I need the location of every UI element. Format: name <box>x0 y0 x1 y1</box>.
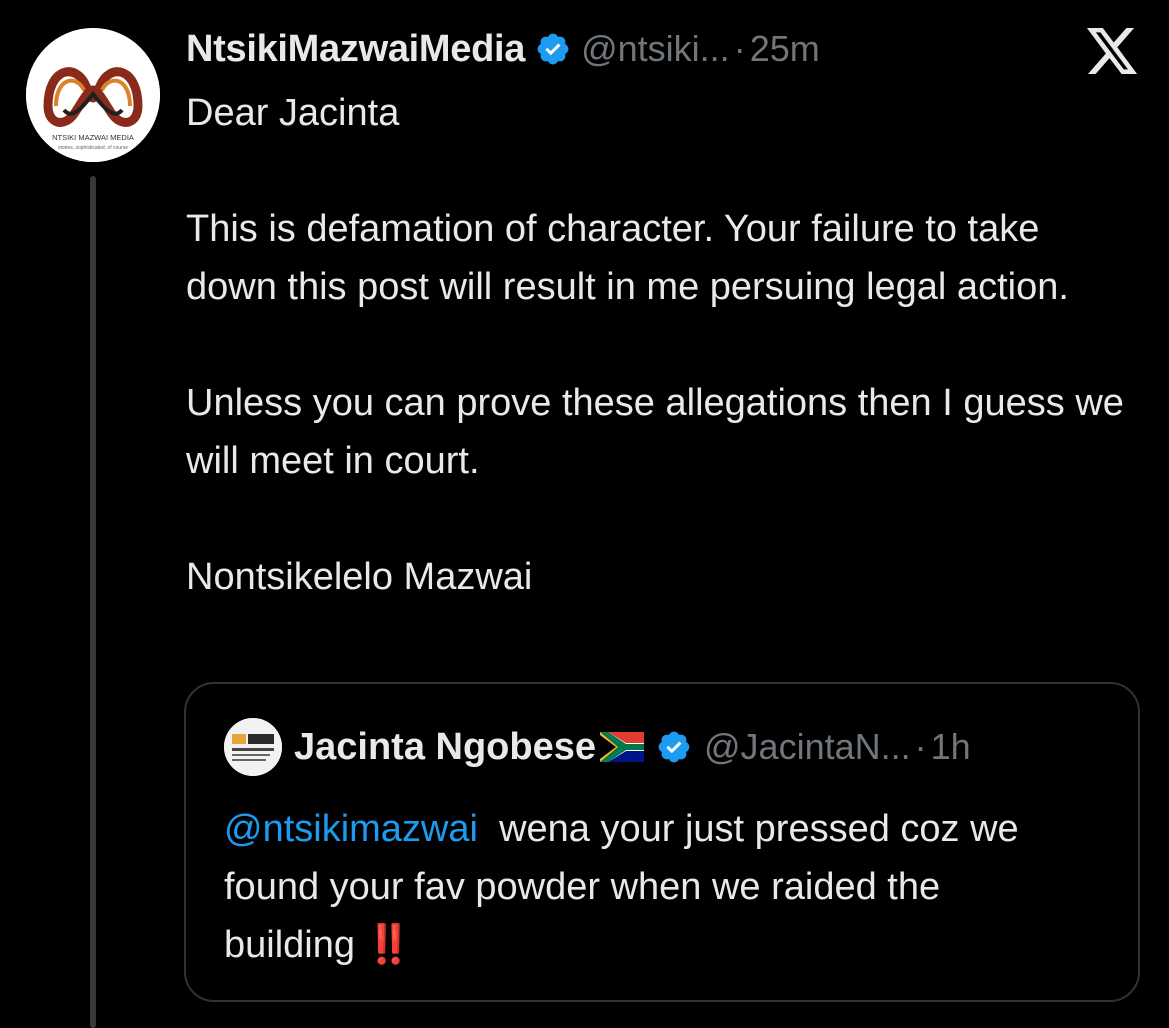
tweet-paragraph: This is defamation of character. Your fa… <box>186 208 1069 308</box>
quoted-tweet-card[interactable]: Jacinta Ngobese @JacintaN... · 1h @ntsik… <box>184 682 1140 1002</box>
svg-text:stories, sophisticated, of cou: stories, sophisticated, of course <box>58 145 128 151</box>
quoted-tweet-header: Jacinta Ngobese @JacintaN... · 1h <box>224 718 971 776</box>
meta-separator: · <box>733 28 746 69</box>
tweet-greeting: Dear Jacinta <box>186 92 400 134</box>
quoted-tweet-text: @ntsikimazwai wena your just pressed coz… <box>224 800 1104 974</box>
verified-badge-icon <box>537 33 569 65</box>
author-avatar[interactable]: NTSIKI MAZWAI MEDIA stories, sophisticat… <box>26 28 160 162</box>
tweet-timestamp[interactable]: 25m <box>750 28 820 70</box>
author-display-name[interactable]: NtsikiMazwaiMedia <box>186 28 525 71</box>
tweet-header: NtsikiMazwaiMedia @ntsiki... · 25m <box>186 26 820 72</box>
quoted-author-display-name[interactable]: Jacinta Ngobese <box>294 726 596 769</box>
svg-text:NTSIKI MAZWAI MEDIA: NTSIKI MAZWAI MEDIA <box>52 133 134 142</box>
tweet-signature: Nontsikelelo Mazwai <box>186 556 533 598</box>
double-exclamation-emoji: ‼️ <box>365 924 412 966</box>
ntsiki-mazwai-media-logo: NTSIKI MAZWAI MEDIA stories, sophisticat… <box>26 28 160 162</box>
mention-link[interactable]: @ntsikimazwai <box>224 808 478 850</box>
thread-connector-line <box>90 176 96 1028</box>
quoted-author-handle[interactable]: @JacintaN... <box>704 726 911 768</box>
tweet-page: NTSIKI MAZWAI MEDIA stories, sophisticat… <box>0 0 1169 1028</box>
south-africa-flag-icon <box>600 732 644 762</box>
quoted-avatar-image <box>224 718 282 776</box>
quoted-tweet-timestamp[interactable]: 1h <box>931 726 971 768</box>
verified-badge-icon <box>658 731 690 763</box>
author-handle[interactable]: @ntsiki... <box>581 28 730 70</box>
quoted-author-avatar[interactable] <box>224 718 282 776</box>
tweet-paragraph: Unless you can prove these allegations t… <box>186 382 1135 482</box>
tweet-text: Dear Jacinta This is defamation of chara… <box>186 84 1136 606</box>
meta-separator: · <box>914 726 927 767</box>
x-logo-icon[interactable] <box>1086 28 1138 74</box>
